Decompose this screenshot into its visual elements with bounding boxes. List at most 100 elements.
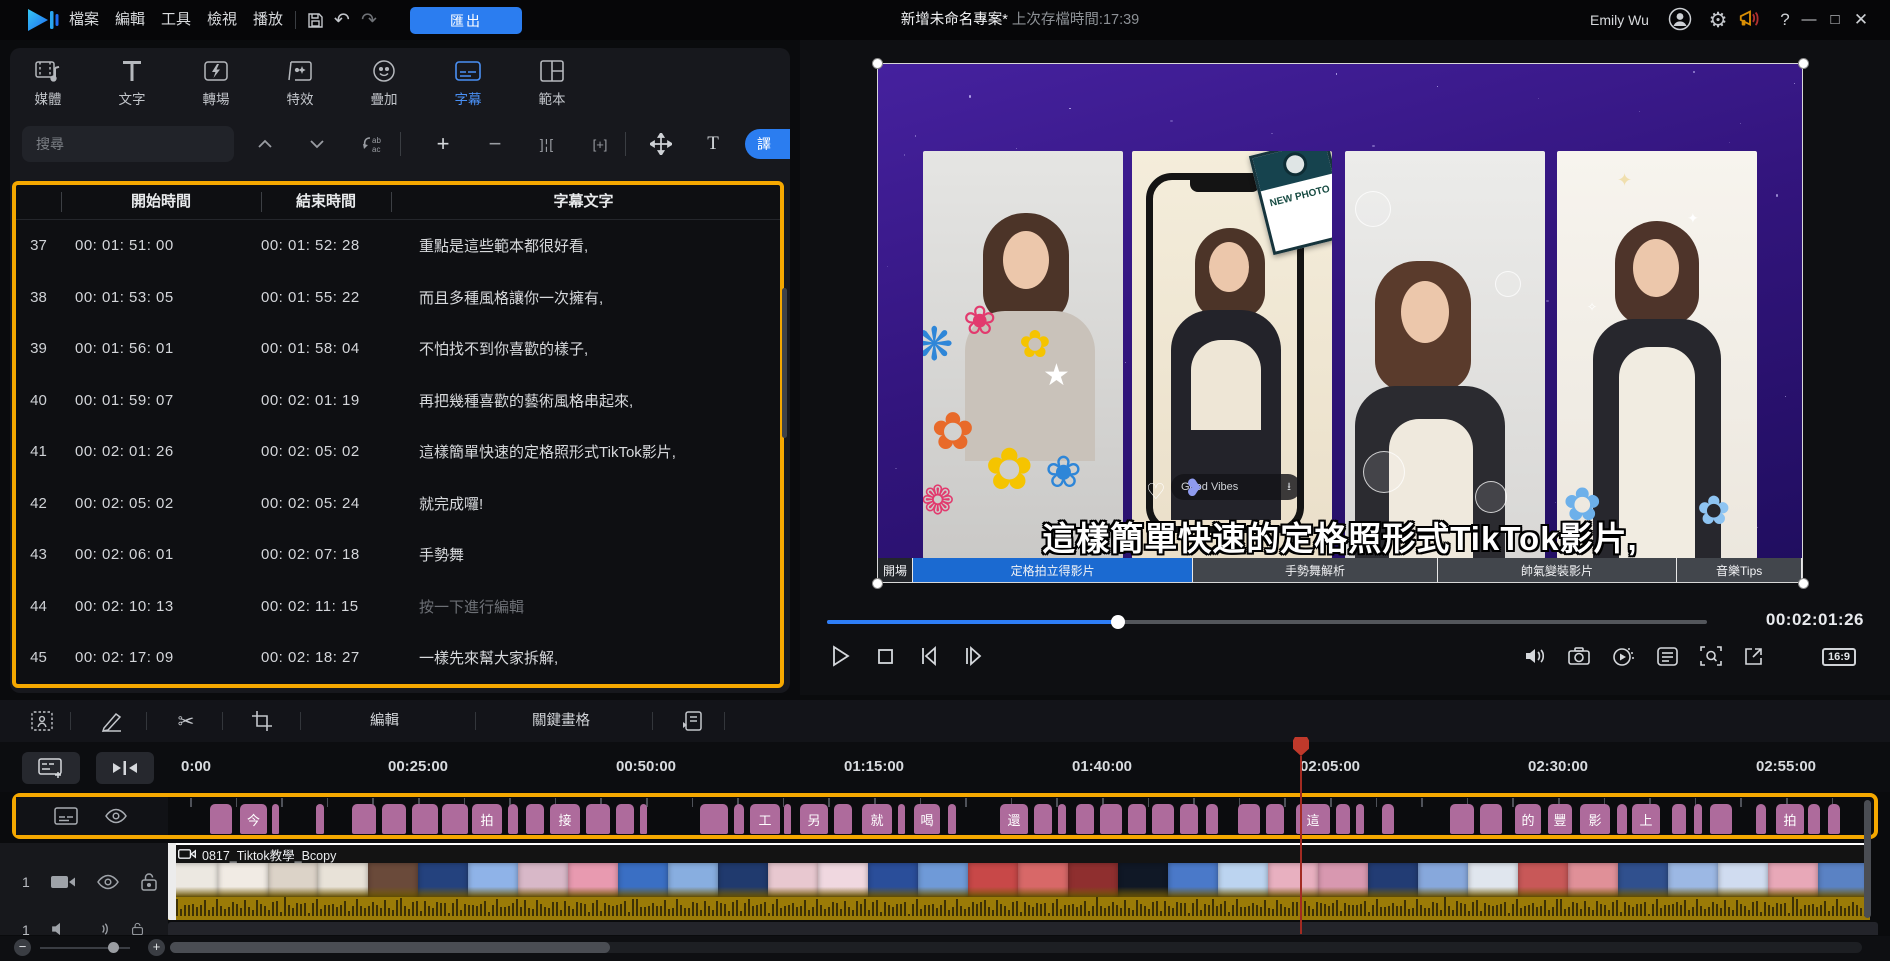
chevron-down-icon[interactable] bbox=[302, 130, 332, 158]
playhead-line[interactable] bbox=[1300, 756, 1302, 934]
menu-4[interactable]: 檢視 bbox=[198, 0, 246, 40]
tab-轉場[interactable]: 轉場 bbox=[180, 56, 252, 114]
seek-knob[interactable] bbox=[1111, 615, 1125, 629]
row-end-time[interactable]: 00: 02: 05: 24 bbox=[261, 495, 391, 512]
zoom-slider-knob[interactable] bbox=[108, 942, 119, 953]
menu-1[interactable]: 檔案 bbox=[60, 0, 108, 40]
notes-icon[interactable] bbox=[678, 708, 706, 734]
tab-範本[interactable]: 範本 bbox=[516, 56, 588, 114]
translate-button[interactable]: 譯 bbox=[745, 129, 790, 159]
next-frame-button[interactable] bbox=[960, 643, 986, 669]
subtitle-clip-block[interactable] bbox=[442, 804, 468, 834]
export-button[interactable]: 匯出 bbox=[410, 7, 522, 34]
row-start-time[interactable]: 00: 01: 51: 00 bbox=[61, 237, 261, 254]
subtitle-row-37[interactable]: 3700: 01: 51: 0000: 01: 52: 28重點是這些範本都很好… bbox=[16, 220, 780, 272]
row-start-time[interactable]: 00: 02: 06: 01 bbox=[61, 546, 261, 563]
column-header-text[interactable]: 字幕文字 bbox=[391, 185, 776, 219]
row-end-time[interactable]: 00: 01: 52: 28 bbox=[261, 237, 391, 254]
subtitle-clip-block[interactable] bbox=[412, 804, 438, 834]
zoom-preview-icon[interactable] bbox=[1698, 643, 1724, 669]
subtitle-clip-block[interactable] bbox=[1058, 804, 1066, 834]
chevron-up-icon[interactable] bbox=[250, 130, 280, 158]
subtitle-row-45[interactable]: 4500: 02: 17: 0900: 02: 18: 27一樣先來幫大家拆解, bbox=[16, 632, 780, 684]
row-subtitle-text[interactable]: 再把幾種喜歡的藝術風格串起來, bbox=[391, 390, 780, 411]
subtitle-clip-block[interactable] bbox=[1356, 804, 1364, 834]
subtitle-clip-block[interactable] bbox=[734, 804, 744, 834]
subtitle-clip-block[interactable] bbox=[1336, 804, 1350, 834]
track-mute-icon[interactable] bbox=[90, 922, 110, 935]
subtitle-clip-block[interactable]: 今 bbox=[240, 804, 267, 834]
row-start-time[interactable]: 00: 02: 17: 09 bbox=[61, 649, 261, 666]
row-subtitle-text[interactable]: 而且多種風格讓你一次擁有, bbox=[391, 287, 780, 308]
search-input[interactable] bbox=[22, 126, 234, 162]
subtitle-clip-block[interactable] bbox=[352, 804, 376, 834]
remove-subtitle-icon[interactable]: − bbox=[480, 130, 510, 158]
add-subtitle-icon[interactable]: + bbox=[428, 130, 458, 158]
tab-特效[interactable]: 特效 bbox=[264, 56, 336, 114]
row-start-time[interactable]: 00: 02: 05: 02 bbox=[61, 495, 261, 512]
subtitle-clip-block[interactable] bbox=[1672, 804, 1686, 834]
play-button[interactable] bbox=[828, 643, 854, 669]
selection-handle[interactable] bbox=[872, 578, 883, 589]
subtitle-clip-block[interactable] bbox=[272, 804, 279, 834]
previous-frame-button[interactable] bbox=[916, 643, 942, 669]
subtitle-clip-block[interactable] bbox=[1238, 804, 1260, 834]
text-style-icon[interactable]: T bbox=[698, 130, 728, 158]
row-end-time[interactable]: 00: 02: 05: 02 bbox=[261, 443, 391, 460]
subtitle-clip-block[interactable] bbox=[948, 804, 956, 834]
chapter-音樂Tips[interactable]: 音樂Tips bbox=[1677, 558, 1802, 582]
subtitle-clip-block[interactable] bbox=[210, 804, 232, 834]
row-subtitle-text[interactable]: 這樣簡單快速的定格照形式TikTok影片, bbox=[391, 441, 780, 462]
help-icon[interactable]: ? bbox=[1774, 0, 1796, 40]
menu-5[interactable]: 播放 bbox=[244, 0, 292, 40]
row-start-time[interactable]: 00: 01: 53: 05 bbox=[61, 289, 261, 306]
add-subtitle-track-button[interactable] bbox=[22, 752, 80, 784]
subtitle-clip-block[interactable] bbox=[316, 804, 324, 834]
subtitle-clip-block[interactable] bbox=[1100, 804, 1122, 834]
timeline-vscrollbar[interactable] bbox=[1864, 800, 1871, 918]
subtitle-clip-block[interactable] bbox=[700, 804, 728, 834]
row-end-time[interactable]: 00: 01: 58: 04 bbox=[261, 340, 391, 357]
subtitle-clip-block[interactable] bbox=[1828, 804, 1840, 834]
move-subtitle-icon[interactable] bbox=[646, 130, 676, 158]
subtitle-clip-block[interactable] bbox=[508, 804, 518, 834]
video-clip[interactable]: 0817_Tiktok教學_Bcopy bbox=[168, 843, 1870, 920]
row-start-time[interactable]: 00: 02: 10: 13 bbox=[61, 598, 261, 615]
subtitle-row-40[interactable]: 4000: 01: 59: 0700: 02: 01: 19再把幾種喜歡的藝術風… bbox=[16, 375, 780, 427]
timeline-ruler[interactable]: 0:0000:25:0000:50:0001:15:0001:40:0002:0… bbox=[0, 742, 1890, 792]
edit-tool-label[interactable]: 編輯 bbox=[370, 700, 399, 742]
row-end-time[interactable]: 00: 02: 11: 15 bbox=[261, 598, 391, 615]
detach-window-icon[interactable] bbox=[1740, 643, 1766, 669]
stop-button[interactable] bbox=[872, 643, 898, 669]
track-lock-icon[interactable] bbox=[130, 922, 145, 935]
row-subtitle-text[interactable]: 不怕找不到你喜歡的樣子, bbox=[391, 338, 780, 359]
subtitle-clip-block[interactable] bbox=[1180, 804, 1198, 834]
scissors-icon[interactable]: ✂ bbox=[172, 708, 200, 734]
subtitle-clip-block[interactable] bbox=[1808, 804, 1820, 834]
subtitle-clip-block[interactable] bbox=[784, 804, 791, 834]
subtitle-clip-block[interactable] bbox=[1450, 804, 1474, 834]
save-icon[interactable] bbox=[303, 8, 327, 32]
close-button[interactable]: ✕ bbox=[1850, 0, 1872, 40]
subtitle-clip-block[interactable] bbox=[1617, 804, 1627, 834]
subtitle-clip-block[interactable] bbox=[1480, 804, 1502, 834]
chapter-開場[interactable]: 開場 bbox=[878, 558, 913, 582]
menu-3[interactable]: 工具 bbox=[152, 0, 200, 40]
row-start-time[interactable]: 00: 02: 01: 26 bbox=[61, 443, 261, 460]
video-preview[interactable]: ❋ ❀ ✿ ★ ✿ ✿ ❀ ❁ Good Vibes⭳ bbox=[877, 63, 1803, 583]
seek-bar[interactable] bbox=[827, 620, 1707, 624]
subtitle-clip-block[interactable] bbox=[1694, 804, 1702, 834]
subtitle-row-44[interactable]: 4400: 02: 10: 1300: 02: 11: 15按一下進行編輯 bbox=[16, 581, 780, 633]
row-start-time[interactable]: 00: 01: 59: 07 bbox=[61, 392, 261, 409]
playlist-icon[interactable] bbox=[1654, 643, 1680, 669]
selection-handle[interactable] bbox=[1798, 578, 1809, 589]
zoom-in-button[interactable]: + bbox=[148, 939, 165, 956]
maximize-button[interactable]: □ bbox=[1824, 0, 1846, 40]
subtitle-clip-block[interactable] bbox=[898, 804, 905, 834]
crop-icon[interactable] bbox=[248, 708, 276, 734]
panel-scrollbar[interactable] bbox=[782, 288, 787, 438]
subtitle-clip-block[interactable]: 接 bbox=[550, 804, 580, 834]
subtitle-clip-block[interactable] bbox=[1034, 804, 1052, 834]
redo-icon[interactable]: ↷ bbox=[357, 8, 381, 32]
track-visibility-eye-icon[interactable] bbox=[104, 808, 128, 824]
